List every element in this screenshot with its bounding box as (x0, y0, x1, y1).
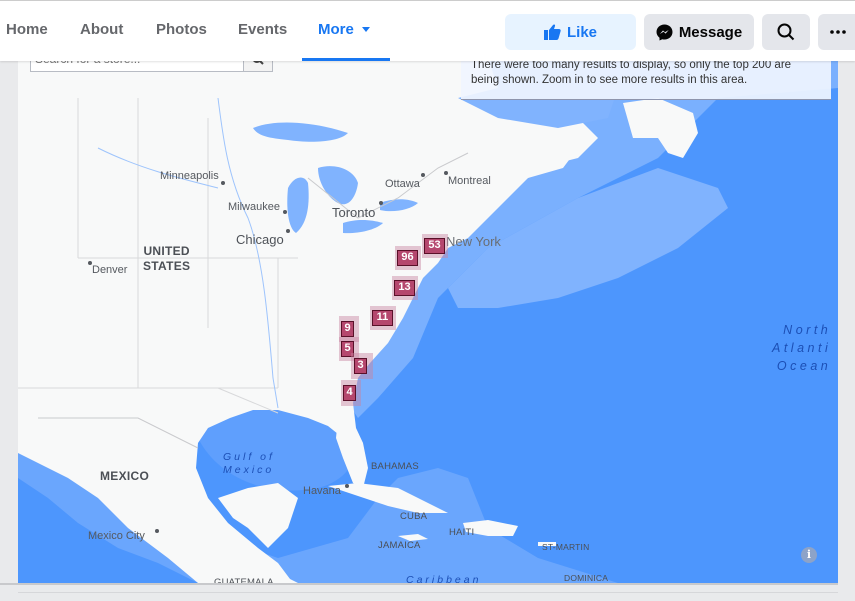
more-options-button[interactable] (818, 14, 855, 50)
tab-photos[interactable]: Photos (156, 21, 207, 38)
cluster-count[interactable]: 4 (343, 385, 356, 401)
tab-about[interactable]: About (80, 21, 123, 38)
cluster-marker-virginia[interactable]: 11 (370, 306, 396, 330)
map-label-chicago: Chicago (236, 232, 284, 247)
city-dot-mexico-city (155, 529, 159, 533)
messenger-icon (656, 24, 673, 41)
map-label-st-martin: ST-MARTIN (542, 542, 590, 552)
map-label-bahamas: BAHAMAS (371, 461, 419, 472)
map-label-ocean: Ocean (776, 359, 832, 373)
map-label-caribbean: Caribbean (406, 574, 482, 583)
map-label-north-atlantic-ocean: North Atlanti Ocean (772, 321, 831, 375)
map-label-cuba: CUBA (400, 511, 428, 522)
city-dot-ottawa (421, 173, 425, 177)
store-locator-map[interactable]: Minneapolis Milwaukee Chicago Denver UNI… (18, 58, 838, 583)
map-label-north: North (783, 323, 832, 337)
message-label: Message (678, 23, 743, 41)
map-label-havana: Havana (303, 485, 341, 497)
map-label-ottawa: Ottawa (385, 178, 420, 190)
thumbs-up-icon (543, 24, 561, 40)
city-dot-toronto (379, 201, 383, 205)
map-label-jamaica: JAMAICA (378, 540, 421, 551)
tab-more[interactable]: More (318, 21, 370, 38)
map-label-haiti: HAITI (449, 527, 475, 538)
map-label-united: UNITED (143, 244, 190, 258)
page-search-button[interactable] (762, 14, 810, 50)
map-bottom-border (0, 583, 838, 585)
cluster-count[interactable]: 3 (354, 358, 367, 374)
page: Minneapolis Milwaukee Chicago Denver UNI… (0, 0, 855, 601)
city-dot-chicago (286, 229, 290, 233)
map-label-toronto: Toronto (332, 205, 376, 220)
ellipsis-icon (830, 30, 846, 34)
map-label-mexico-city: Mexico City (88, 530, 145, 542)
cluster-count[interactable]: 96 (397, 250, 418, 266)
tab-home[interactable]: Home (6, 21, 48, 38)
search-icon (777, 23, 795, 41)
cluster-count[interactable]: 11 (372, 310, 393, 326)
cluster-count[interactable]: 9 (341, 321, 354, 337)
city-dot-montreal (444, 171, 448, 175)
page-header: Home About Photos Events More Like Messa… (0, 0, 855, 61)
map-base-layer (18, 58, 838, 583)
active-tab-indicator (302, 58, 390, 61)
like-button[interactable]: Like (505, 14, 636, 50)
map-label-denver: Denver (92, 264, 128, 276)
cluster-count[interactable]: 13 (394, 280, 415, 296)
map-label-gulf-mexico: Mexico (223, 464, 275, 476)
tab-more-label: More (318, 21, 354, 38)
map-label-united-states: UNITED STATES (143, 244, 190, 274)
like-label: Like (566, 23, 597, 41)
map-label-montreal: Montreal (448, 175, 491, 187)
map-label-gulf-of-mexico: Gulf of Mexico (223, 451, 275, 477)
city-dot-minneapolis (221, 181, 225, 185)
map-label-milwaukee: Milwaukee (228, 201, 280, 213)
cluster-marker-pennsylvania[interactable]: 96 (395, 246, 421, 270)
message-button[interactable]: Message (644, 14, 754, 50)
map-label-minneapolis: Minneapolis (160, 170, 219, 182)
city-dot-havana (345, 484, 349, 488)
divider (18, 592, 838, 593)
caret-down-icon (361, 26, 370, 32)
map-label-states: STATES (143, 259, 191, 273)
city-dot-milwaukee (283, 210, 287, 214)
cluster-marker-new-york[interactable]: 53 (422, 234, 448, 258)
map-label-new-york: New York (446, 234, 501, 249)
map-label-gulf-of: Gulf of (223, 451, 275, 463)
map-label-atlantic: Atlanti (772, 341, 832, 355)
map-label-mexico: MEXICO (100, 469, 150, 483)
cluster-marker-south-carolina[interactable]: 3 (351, 353, 373, 379)
cluster-marker-georgia[interactable]: 4 (341, 380, 361, 406)
map-label-dominica: DOMINICA (564, 573, 609, 583)
tab-events[interactable]: Events (238, 21, 287, 38)
map-info-button[interactable]: i (801, 547, 817, 563)
cluster-marker-maryland[interactable]: 13 (392, 276, 418, 300)
cluster-count[interactable]: 53 (424, 238, 445, 254)
